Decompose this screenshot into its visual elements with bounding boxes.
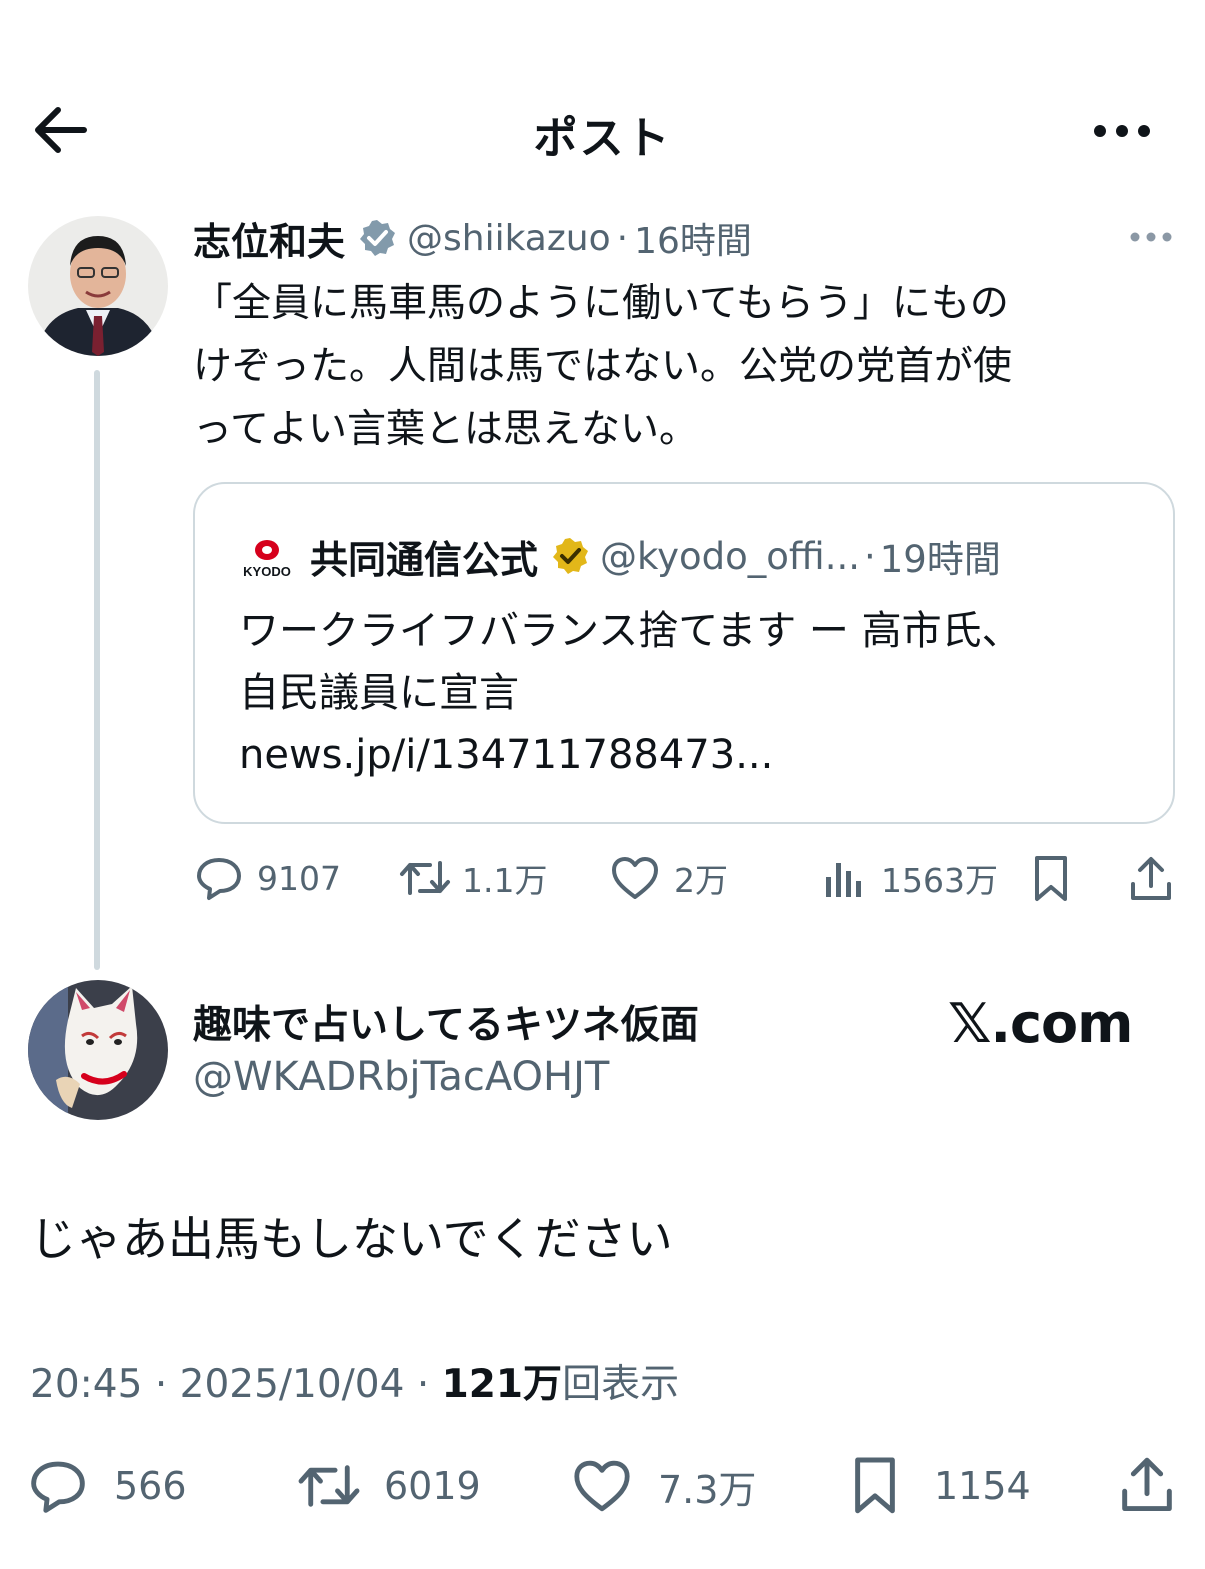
share-icon[interactable] — [1118, 1454, 1176, 1516]
bookmark-icon[interactable] — [1031, 854, 1071, 904]
bookmark-icon — [855, 1457, 895, 1514]
like-count: 7.3万 — [658, 1467, 757, 1512]
reply-icon — [197, 858, 241, 900]
tweet1-timestamp[interactable]: 16時間 — [634, 212, 752, 264]
reply-count: 9107 — [257, 858, 341, 898]
quoted-tweet-header: 共同通信公式 @kyodo_offi... · 19時間 — [310, 530, 1001, 582]
thread-connector-line — [94, 370, 100, 970]
tweet2-author-name[interactable]: 趣味で占いしてるキツネ仮面 — [193, 994, 699, 1050]
quoted-text-line: 自民議員に宣言 — [239, 670, 519, 716]
tweet2-bookmark-button[interactable]: 1154 — [850, 1446, 1031, 1526]
heart-icon — [612, 857, 658, 899]
avatar-fox-mask-image — [28, 980, 168, 1120]
more-options-icon[interactable] — [1090, 120, 1154, 142]
share-icon[interactable] — [1128, 854, 1174, 904]
quoted-author-handle: @kyodo_offi... — [600, 534, 860, 578]
avatar-shiikazuo[interactable] — [28, 216, 168, 356]
quoted-link: news.jp/i/134711788473... — [239, 732, 774, 778]
tweet2-date[interactable]: 2025/10/04 — [180, 1362, 405, 1407]
verified-badge-icon — [360, 220, 396, 256]
tweet1-like-button[interactable]: 2万 — [610, 848, 728, 908]
quoted-tweet-card[interactable]: KYODO 共同通信公式 @kyodo_offi... · 19時間 ワークライ… — [193, 482, 1175, 824]
quoted-timestamp: 19時間 — [879, 538, 1001, 581]
tweet2-repost-button[interactable]: 6019 — [296, 1446, 481, 1526]
tweet2-views-count: 121万 — [441, 1362, 563, 1407]
tweet1-text-line: 「全員に馬車馬のように働いてもらう」にもの — [193, 281, 1009, 326]
bookmark-count: 1154 — [934, 1464, 1031, 1508]
page-title: ポスト — [533, 113, 672, 164]
tweet1-repost-button[interactable]: 1.1万 — [398, 848, 547, 908]
dot-separator: · — [616, 217, 629, 259]
reply-icon — [31, 1461, 85, 1513]
kyodo-logo-icon: KYODO — [243, 540, 291, 579]
gold-verified-badge-icon — [553, 538, 589, 574]
top-bar: ポスト — [0, 80, 1205, 180]
tweet1-views-button[interactable]: 1563万 — [823, 848, 998, 908]
tweet2-author-handle[interactable]: @WKADRbjTacAOHJT — [193, 1054, 609, 1100]
quoted-author-name: 共同通信公式 — [310, 537, 539, 582]
kyodo-logo-text: KYODO — [243, 564, 291, 579]
reply-count: 566 — [114, 1464, 187, 1508]
quoted-tweet-text: ワークライフバランス捨てます ー 高市氏、 自民議員に宣言 news.jp/i/… — [239, 600, 1139, 786]
dot-separator: · — [154, 1362, 168, 1407]
repost-icon — [298, 1465, 360, 1507]
repost-icon — [400, 861, 450, 895]
heart-icon — [574, 1460, 630, 1512]
tweet1-author-handle[interactable]: @shiikazuo — [407, 218, 611, 259]
tweet2-reply-button[interactable]: 566 — [28, 1446, 187, 1526]
repost-count: 6019 — [384, 1464, 481, 1508]
avatar-fox-mask[interactable] — [28, 980, 168, 1120]
tweet2-views-label: 回表示 — [562, 1362, 680, 1407]
tweet1-reply-button[interactable]: 9107 — [195, 848, 341, 908]
tweet1-text-line: ってよい言葉とは思えない。 — [193, 407, 699, 452]
like-count: 2万 — [674, 861, 728, 900]
views-count: 1563万 — [881, 861, 998, 900]
quoted-text-line: ワークライフバランス捨てます ー 高市氏、 — [239, 608, 1022, 654]
repost-count: 1.1万 — [462, 861, 548, 900]
tweet1-text: 「全員に馬車馬のように働いてもらう」にもの けぞった。人間は馬ではない。公党の党… — [193, 272, 1153, 461]
tweet1-author-name[interactable]: 志位和夫 — [193, 211, 345, 266]
dot-separator: · — [416, 1362, 430, 1407]
tweet2-time[interactable]: 20:45 — [30, 1362, 142, 1407]
views-chart-icon — [826, 863, 861, 897]
tweet1-header: 志位和夫 @shiikazuo · 16時間 — [193, 212, 752, 264]
tweet1-text-line: けぞった。人間は馬ではない。公党の党首が使 — [193, 344, 1013, 389]
tweet2-action-bar: 566 6019 7.3万 1154 — [0, 1446, 1205, 1526]
tweet2-meta: 20:45 · 2025/10/04 · 121万回表示 — [30, 1353, 679, 1409]
tweet1-more-icon[interactable] — [1128, 230, 1174, 244]
xcom-watermark: 𝕏.com — [948, 992, 1133, 1055]
tweet2-like-button[interactable]: 7.3万 — [572, 1446, 756, 1526]
dot-separator: · — [863, 534, 876, 578]
tweet1-action-bar: 9107 1.1万 2万 1563万 — [193, 848, 1175, 908]
tweet2-text: じゃあ出馬もしないでください — [30, 1212, 673, 1266]
avatar-portrait-image — [28, 216, 168, 356]
